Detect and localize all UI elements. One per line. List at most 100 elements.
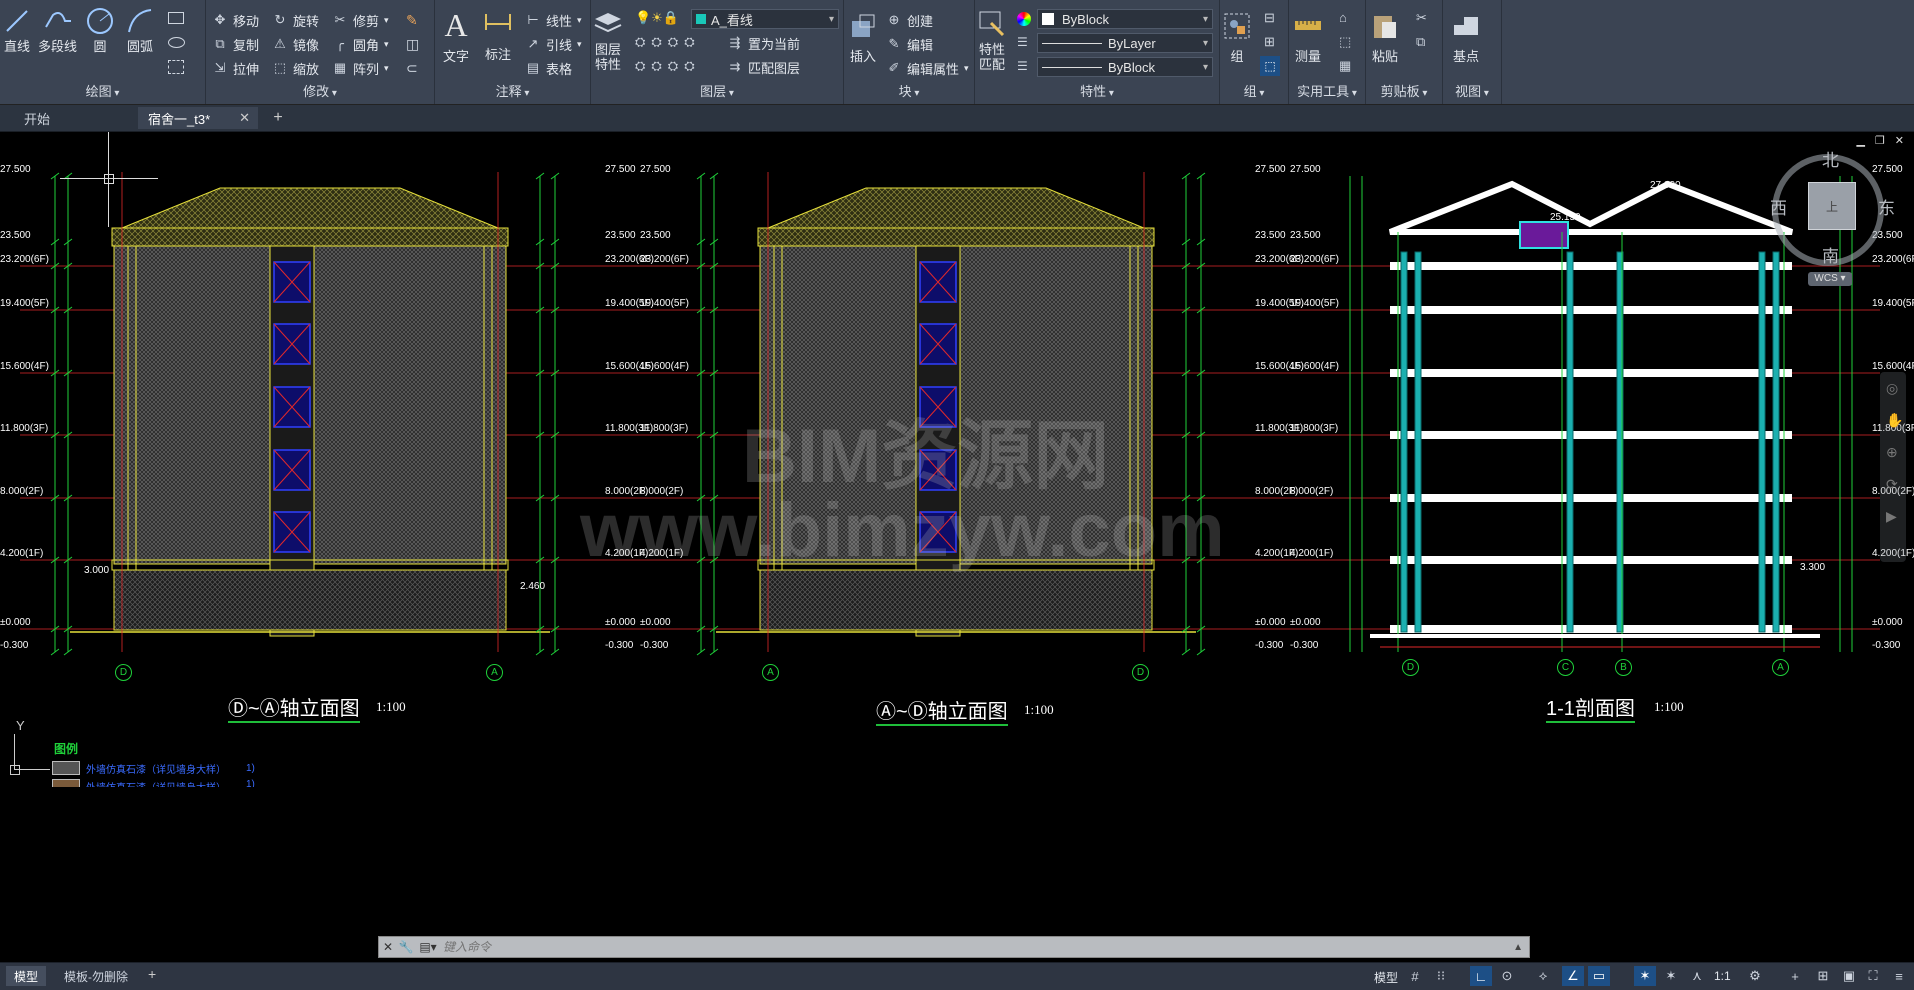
match-layer-button[interactable]: ⇉ 匹配图层 — [727, 57, 800, 77]
hardware-acceleration-icon[interactable]: ⊞ — [1812, 966, 1834, 986]
text-button[interactable]: A 文字 — [441, 4, 471, 65]
ortho-icon[interactable]: ∟ — [1470, 966, 1492, 986]
command-recent-icon[interactable]: ▤▾ — [415, 940, 441, 954]
add-icon[interactable]: + — [1784, 966, 1806, 986]
cut-icon[interactable]: ✂ — [1416, 10, 1427, 26]
calculator-icon[interactable]: ▦ — [1339, 58, 1351, 74]
utilities-panel-title[interactable]: 实用工具 — [1289, 81, 1365, 100]
workspace-gear-icon[interactable]: ⚙ — [1744, 966, 1766, 986]
viewcube[interactable]: 上 北 南 东 西 WCS ▾ — [1770, 142, 1910, 286]
isolate-icon[interactable]: ▣ — [1838, 966, 1860, 986]
layers-panel-title[interactable]: 图层 — [591, 81, 843, 100]
showmotion-icon[interactable]: ▶ — [1886, 508, 1897, 525]
clipboard-panel-title[interactable]: 剪贴板 — [1366, 81, 1442, 100]
create-block-button[interactable]: ⊕ 创建 — [886, 10, 933, 30]
move-button[interactable]: ✥ 移动 — [212, 10, 259, 30]
stretch-button[interactable]: ⇲ 拉伸 — [212, 58, 259, 78]
polar-icon[interactable]: ⊙ — [1496, 966, 1518, 986]
layer-dropdown[interactable]: A_看线 — [691, 9, 839, 29]
edit-attributes-button[interactable]: ✐ 编辑属性 ▾ — [886, 58, 969, 78]
modify-panel-title[interactable]: 修改 — [206, 81, 434, 100]
paste-button[interactable]: 粘贴 — [1370, 6, 1400, 65]
snap-icon[interactable]: ⁝⁝ — [1430, 966, 1452, 986]
linetype-dropdown[interactable]: ByLayer — [1037, 33, 1213, 53]
leader-button[interactable]: ↗ 引线 ▾ — [525, 34, 582, 54]
dimension-button[interactable]: 标注 — [483, 6, 513, 63]
line-button[interactable]: 直线 — [2, 6, 32, 55]
new-tab-button[interactable]: + — [268, 109, 288, 127]
osnap-icon[interactable]: ∠ — [1562, 966, 1584, 986]
layer-tools-row2[interactable]: ⛭⛭⛭⛭ — [635, 58, 701, 74]
group-select-icon[interactable]: ⬚ — [1260, 56, 1280, 76]
layout-tab-model[interactable]: 模型 — [6, 966, 47, 986]
grid-icon[interactable]: # — [1404, 966, 1426, 986]
color-dropdown[interactable]: ByBlock — [1037, 9, 1213, 29]
annotation-scale-value[interactable]: 1:1 — [1714, 969, 1731, 983]
color-wheel-icon[interactable] — [1017, 12, 1031, 26]
circle-button[interactable]: 圆 — [85, 6, 115, 55]
fullscreen-icon[interactable]: ⛶ — [1862, 966, 1884, 986]
ungroup-icon[interactable]: ⊟ — [1264, 10, 1275, 26]
orbit-icon[interactable]: ⟳ — [1886, 476, 1898, 493]
set-current-button[interactable]: ⇶ 置为当前 — [727, 33, 800, 53]
array-button[interactable]: ▦ 阵列 ▾ — [332, 58, 389, 78]
layout-tab-template[interactable]: 模板-勿删除 — [56, 966, 136, 986]
rotate-button[interactable]: ↻ 旋转 — [272, 10, 319, 30]
rectangle-icon[interactable] — [168, 12, 184, 24]
block-panel-title[interactable]: 块 — [844, 81, 974, 100]
isodraft-icon[interactable]: ⟡ — [1532, 966, 1554, 986]
command-history-icon[interactable]: ▲ — [1513, 942, 1523, 953]
copy-clip-icon[interactable]: ⧉ — [1416, 34, 1425, 50]
mirror-button[interactable]: ⚠ 镜像 — [272, 34, 319, 54]
id-point-icon[interactable]: ⌂ — [1339, 10, 1347, 25]
measure-button[interactable]: 测量 — [1293, 6, 1323, 65]
command-customize-icon[interactable]: 🔧 — [397, 940, 415, 954]
model-space-label[interactable]: 模型 — [1374, 969, 1398, 986]
insert-button[interactable]: 插入 — [848, 6, 878, 65]
groups-panel-title[interactable]: 组 — [1220, 81, 1288, 100]
tab-drawing[interactable]: 宿舍一_t3* ✕ — [138, 107, 258, 129]
viewcube-south[interactable]: 南 — [1822, 242, 1839, 267]
polyline-button[interactable]: 多段线 — [38, 6, 77, 55]
linear-dim-button[interactable]: ⊢ 线性 ▾ — [525, 10, 581, 30]
explode-icon[interactable]: ◫ — [406, 36, 419, 53]
tab-start[interactable]: 开始 — [14, 107, 134, 129]
properties-panel-title[interactable]: 特性 — [975, 81, 1219, 100]
customize-menu-icon[interactable]: ≡ — [1888, 966, 1910, 986]
layer-tools-row1[interactable]: ⛭⛭⛭⛭ — [635, 34, 701, 50]
offset-icon[interactable]: ⊂ — [406, 60, 418, 77]
add-layout-button[interactable]: + — [148, 966, 156, 982]
lineweight-dropdown[interactable]: ByBlock — [1037, 57, 1213, 77]
annotation-scale-icon[interactable]: ⋏ — [1686, 966, 1708, 986]
trim-button[interactable]: ✂ 修剪 ▾ — [332, 10, 389, 30]
command-close-icon[interactable]: ✕ — [379, 940, 397, 954]
draw-panel-title[interactable]: 绘图 — [0, 81, 205, 100]
fillet-button[interactable]: ╭ 圆角 ▾ — [332, 34, 388, 54]
drawing-canvas[interactable]: ▁ ❐ ✕ 27.500 23.500 23.200(6F) 19.400(5F) 15… — [0, 132, 1914, 954]
table-button[interactable]: ▤ 表格 — [525, 58, 572, 78]
annotation-autoscale-icon[interactable]: ✶ — [1660, 966, 1682, 986]
erase-icon[interactable]: ✎ — [406, 12, 418, 29]
wcs-dropdown[interactable]: WCS ▾ — [1808, 272, 1852, 286]
scale-button[interactable]: ⬚ 缩放 — [272, 58, 319, 78]
ellipse-icon[interactable] — [168, 37, 185, 48]
zoom-icon[interactable]: ⊕ — [1886, 444, 1898, 461]
base-point-button[interactable]: 基点 — [1451, 6, 1481, 65]
viewcube-north[interactable]: 北 — [1822, 146, 1839, 171]
viewcube-west[interactable]: 西 — [1770, 194, 1787, 219]
edit-block-button[interactable]: ✎ 编辑 — [886, 34, 933, 54]
pan-icon[interactable]: ✋ — [1886, 412, 1903, 429]
steering-wheel-icon[interactable]: ◎ — [1886, 380, 1898, 397]
viewcube-face[interactable]: 上 — [1808, 182, 1856, 230]
view-panel-title[interactable]: 视图 — [1443, 81, 1501, 100]
annotation-visibility-icon[interactable]: ✶ — [1634, 966, 1656, 986]
copy-button[interactable]: ⧉ 复制 — [212, 34, 259, 54]
viewcube-east[interactable]: 东 — [1878, 194, 1895, 219]
hatch-icon[interactable] — [168, 60, 184, 74]
annotation-panel-title[interactable]: 注释 — [435, 81, 590, 100]
otrack-icon[interactable]: ▭ — [1588, 966, 1610, 986]
select-all-icon[interactable]: ⬚ — [1339, 34, 1351, 50]
arc-button[interactable]: 圆弧 — [125, 6, 155, 55]
command-input[interactable] — [441, 939, 1445, 955]
group-edit-icon[interactable]: ⊞ — [1264, 34, 1275, 50]
